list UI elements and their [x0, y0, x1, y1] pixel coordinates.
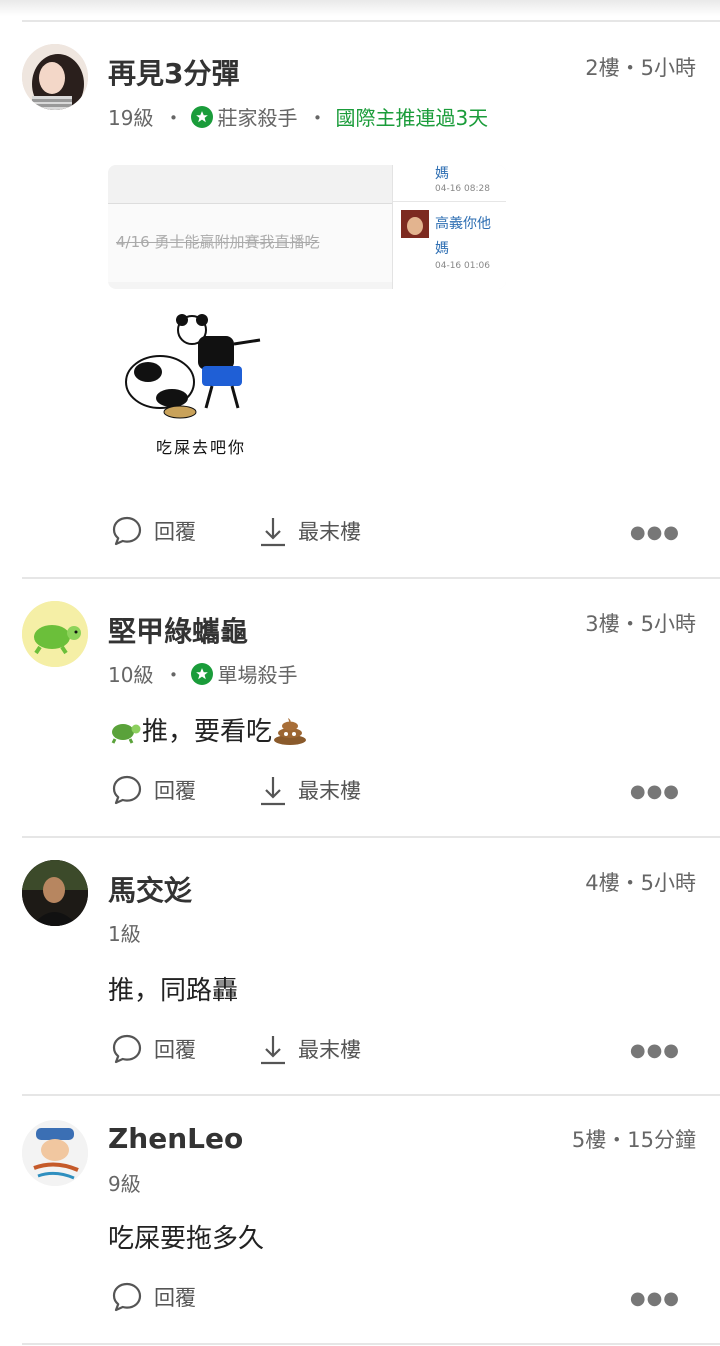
side-link-mid: 高義你他	[435, 216, 491, 232]
username[interactable]: 馬交彣	[108, 869, 192, 909]
username[interactable]: 堅甲綠蠵龜	[108, 610, 248, 650]
user-meta: 9級	[108, 1168, 141, 1197]
last-floor-button[interactable]: 最末樓	[258, 514, 361, 548]
user-meta: 10級 ・ 單場殺手	[108, 659, 297, 688]
speech-bubble-icon	[112, 775, 142, 805]
post-actions: 回覆 最末樓 ●●●	[110, 514, 710, 554]
post-content: 推，要看吃	[108, 711, 308, 748]
speech-bubble-icon	[112, 1034, 142, 1064]
tag-label: 國際主推連過3天	[335, 106, 489, 130]
mini-avatar	[401, 210, 429, 238]
sticker-caption: 吃屎去吧你	[156, 438, 247, 457]
star-badge-icon	[191, 105, 214, 128]
download-arrow-icon	[261, 1036, 285, 1065]
post-content: 推，同路轟	[108, 976, 239, 1006]
more-dots-icon[interactable]: ●●●	[630, 781, 680, 802]
post-actions: 回覆 最末樓 ●●●	[110, 1032, 710, 1072]
badge-label: 單場殺手	[217, 663, 298, 687]
floor-time: 2樓・5小時	[585, 56, 696, 80]
more-dots-icon[interactable]: ●●●	[630, 1040, 680, 1061]
last-floor-label: 最末樓	[298, 1038, 361, 1062]
content-text: 推，要看吃	[142, 717, 273, 747]
download-arrow-icon	[261, 777, 285, 806]
user-level: 1級	[108, 922, 141, 946]
reply-label: 回覆	[154, 779, 196, 803]
turtle-emoji-icon	[111, 723, 141, 744]
embedded-screenshot[interactable]: 4/16 勇士能贏附加賽我直播吃 媽 04-16 08:28 高義你他 媽 04…	[108, 165, 506, 289]
user-meta: 19級 ・ 莊家殺手 ・ 國際主推連過3天	[108, 102, 488, 131]
download-arrow-icon	[261, 518, 285, 547]
last-floor-label: 最末樓	[298, 520, 361, 544]
separator-dot: ・	[307, 106, 328, 130]
reply-button[interactable]: 回覆	[110, 1032, 196, 1066]
divider	[22, 836, 720, 838]
strike-text: 4/16 勇士能贏附加賽我直播吃	[116, 233, 320, 251]
user-meta: 1級	[108, 918, 141, 947]
side-link-mid2: 媽	[435, 241, 449, 257]
reply-label: 回覆	[154, 520, 196, 544]
user-level: 19級	[108, 106, 154, 130]
top-shadow	[0, 0, 720, 16]
more-dots-icon[interactable]: ●●●	[630, 522, 680, 543]
divider	[22, 20, 720, 22]
username[interactable]: 再見3分彈	[108, 52, 239, 92]
screenshot-side: 媽 04-16 08:28 高義你他 媽 04-16 01:06	[392, 165, 506, 289]
last-floor-button[interactable]: 最末樓	[258, 773, 361, 807]
screenshot-header	[108, 165, 392, 203]
poop-emoji-icon	[274, 717, 307, 745]
floor-time: 4樓・5小時	[585, 871, 696, 895]
divider	[22, 1343, 720, 1345]
username[interactable]: ZhenLeo	[108, 1122, 243, 1155]
post-actions: 回覆 ●●●	[110, 1280, 710, 1320]
user-level: 9級	[108, 1172, 141, 1196]
star-badge-icon	[191, 662, 214, 685]
avatar[interactable]	[22, 601, 88, 667]
last-floor-label: 最末樓	[298, 779, 361, 803]
reply-button[interactable]: 回覆	[110, 773, 196, 807]
separator-dot: ・	[163, 106, 184, 130]
post-actions: 回覆 最末樓 ●●●	[110, 773, 710, 813]
reply-label: 回覆	[154, 1038, 196, 1062]
side-divider	[393, 201, 506, 202]
avatar[interactable]	[22, 1120, 88, 1186]
floor-time: 3樓・5小時	[585, 612, 696, 636]
speech-bubble-icon	[112, 1282, 142, 1312]
badge-label: 莊家殺手	[217, 106, 298, 130]
divider	[22, 1094, 720, 1096]
reply-button[interactable]: 回覆	[110, 1280, 196, 1314]
side-link-top: 媽	[435, 166, 449, 182]
reply-button[interactable]: 回覆	[110, 514, 196, 548]
separator-dot: ・	[163, 663, 184, 687]
post-content: 吃屎要拖多久	[108, 1224, 265, 1254]
avatar[interactable]	[22, 860, 88, 926]
divider	[22, 577, 720, 579]
panda-sticker[interactable]: 吃屎去吧你	[120, 310, 270, 470]
avatar[interactable]	[22, 44, 88, 110]
reply-label: 回覆	[154, 1286, 196, 1310]
last-floor-button[interactable]: 最末樓	[258, 1032, 361, 1066]
side-time-mid: 04-16 01:06	[435, 261, 490, 271]
more-dots-icon[interactable]: ●●●	[630, 1288, 680, 1309]
side-time-top: 04-16 08:28	[435, 184, 490, 194]
speech-bubble-icon	[112, 516, 142, 546]
floor-time: 5樓・15分鐘	[571, 1128, 696, 1152]
user-level: 10級	[108, 663, 154, 687]
